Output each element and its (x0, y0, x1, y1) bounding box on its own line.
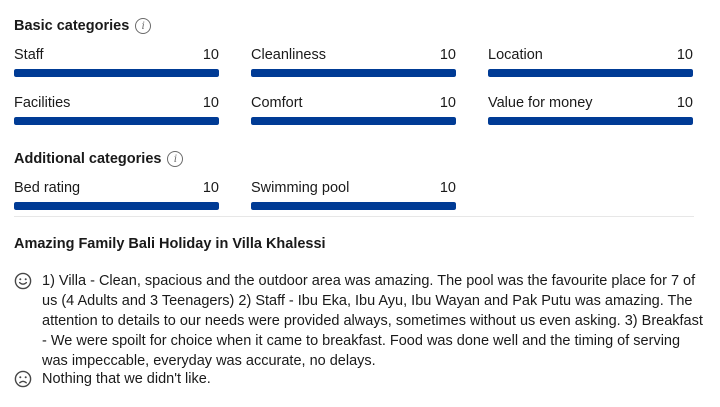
score-bar-fill (14, 69, 219, 77)
category-label: Comfort (251, 95, 303, 111)
review-positive: 1) Villa - Clean, spacious and the outdo… (14, 271, 704, 371)
additional-categories-title: Additional categories (14, 151, 162, 167)
category-score: 10 (439, 47, 456, 63)
review-negative-text: Nothing that we didn't like. (42, 371, 211, 387)
review-positive-text: 1) Villa - Clean, spacious and the outdo… (42, 273, 703, 369)
category-label: Facilities (14, 95, 71, 111)
smiley-face-icon (14, 271, 42, 371)
category-score: 10 (202, 47, 219, 63)
category-score: 10 (676, 95, 693, 111)
review-title: Amazing Family Bali Holiday in Villa Kha… (14, 236, 326, 252)
category-label: Cleanliness (251, 47, 326, 63)
category-score: 10 (202, 180, 219, 196)
score-bar-fill (488, 117, 693, 125)
basic-categories-title: Basic categories (14, 18, 130, 34)
category-bed-rating: Bed rating 10 (14, 179, 219, 210)
score-bar (251, 202, 456, 210)
divider (14, 216, 694, 217)
category-facilities: Facilities 10 (14, 94, 219, 125)
review-negative: Nothing that we didn't like. (14, 369, 704, 389)
category-value-for-money: Value for money 10 (488, 94, 693, 125)
category-label: Location (488, 47, 543, 63)
score-bar-fill (251, 202, 456, 210)
category-label: Staff (14, 47, 44, 63)
category-score: 10 (439, 180, 456, 196)
category-comfort: Comfort 10 (251, 94, 456, 125)
score-bar (14, 202, 219, 210)
info-icon[interactable]: i (135, 18, 152, 34)
score-bar (14, 69, 219, 77)
score-bar (14, 117, 219, 125)
basic-categories-heading: Basic categories i (14, 18, 152, 34)
category-score: 10 (202, 95, 219, 111)
score-bar-fill (488, 69, 693, 77)
category-label: Swimming pool (251, 180, 350, 196)
category-label: Bed rating (14, 180, 81, 196)
info-icon[interactable]: i (167, 151, 184, 167)
category-location: Location 10 (488, 46, 693, 77)
score-bar-fill (251, 117, 456, 125)
score-bar (251, 69, 456, 77)
score-bar-fill (14, 202, 219, 210)
score-bar (251, 117, 456, 125)
score-bar-fill (14, 117, 219, 125)
category-swimming-pool: Swimming pool 10 (251, 179, 456, 210)
score-bar (488, 117, 693, 125)
additional-categories-heading: Additional categories i (14, 151, 184, 167)
frown-face-icon (14, 369, 42, 389)
category-label: Value for money (488, 95, 593, 111)
score-bar (488, 69, 693, 77)
score-bar-fill (251, 69, 456, 77)
category-score: 10 (676, 47, 693, 63)
category-cleanliness: Cleanliness 10 (251, 46, 456, 77)
category-staff: Staff 10 (14, 46, 219, 77)
category-score: 10 (439, 95, 456, 111)
